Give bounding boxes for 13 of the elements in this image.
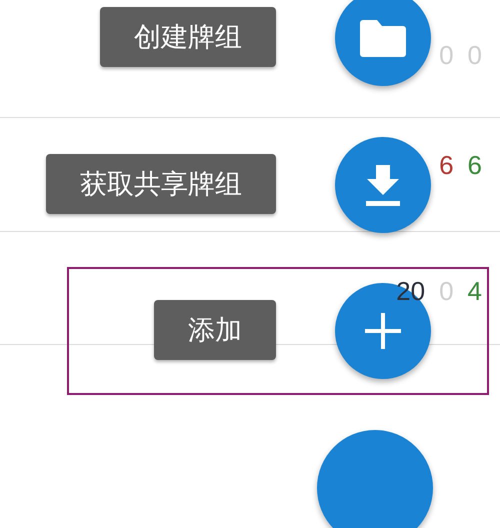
card-count: 6	[468, 150, 482, 181]
card-count: 6	[439, 150, 454, 181]
folder-icon	[359, 18, 407, 58]
card-count: 4	[468, 276, 482, 307]
fab-label[interactable]: 添加	[154, 300, 276, 360]
fab-button[interactable]	[335, 283, 431, 379]
main-fab-button[interactable]	[317, 430, 433, 528]
fab-label[interactable]: 获取共享牌组	[46, 154, 276, 214]
fab-label[interactable]: 创建牌组	[100, 7, 276, 67]
fab-button[interactable]	[335, 137, 431, 233]
download-icon	[363, 163, 403, 207]
fab-button[interactable]	[335, 0, 431, 86]
add-icon	[365, 313, 401, 349]
